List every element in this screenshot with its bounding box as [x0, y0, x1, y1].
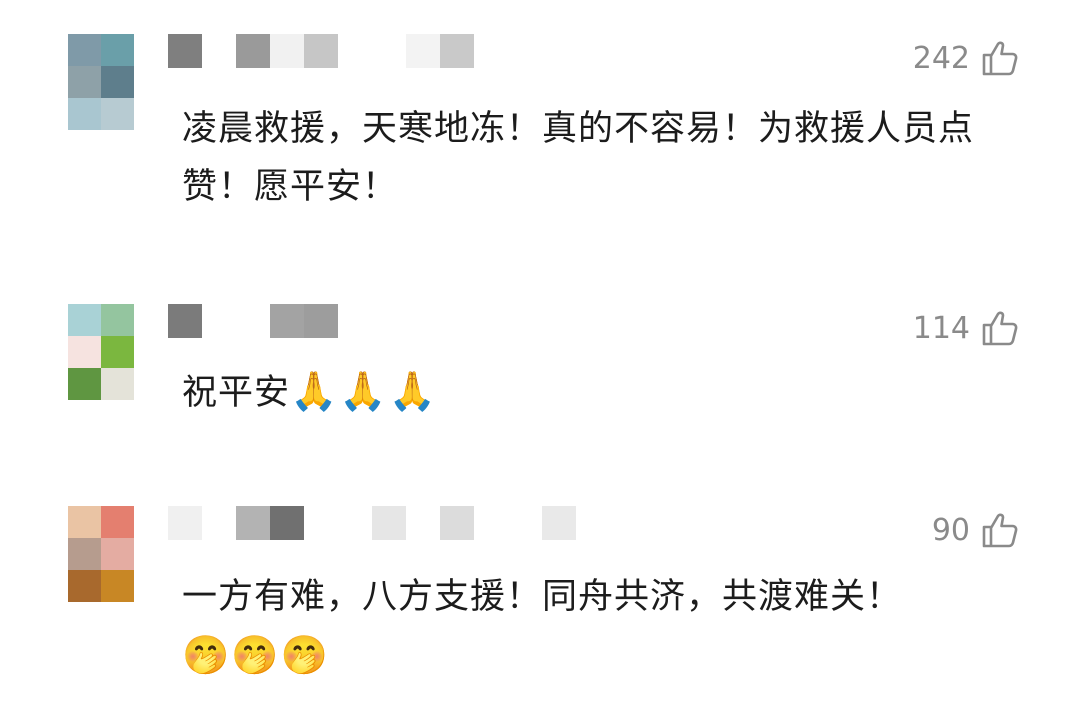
comment-item: 90 一方有难，八方支援！同舟共济，共渡难关！ 🤭🤭🤭 [0, 506, 1080, 706]
like-count: 242 [912, 40, 970, 76]
avatar-pixel [101, 66, 134, 98]
username-blurred[interactable] [168, 34, 608, 68]
like-count: 90 [931, 512, 970, 548]
comment-text-body: 祝平安 [182, 373, 291, 413]
praying-hands-emoji: 🙏🙏🙏 [290, 369, 438, 413]
avatar-pixel [101, 98, 134, 130]
comment-item: 242 凌晨救援，天寒地冻！真的不容易！为救援人员点赞！愿平安！ [0, 34, 1080, 234]
like-count: 114 [912, 310, 970, 346]
like-button[interactable]: 242 [913, 38, 1020, 78]
comment-text: 凌晨救援，天寒地冻！真的不容易！为救援人员点赞！愿平安！ [182, 109, 975, 207]
avatar[interactable] [68, 506, 134, 602]
username-blurred[interactable] [168, 304, 608, 338]
like-button[interactable]: 90 [932, 510, 1020, 550]
thumbs-up-icon [982, 513, 1018, 548]
avatar-pixel [68, 66, 101, 98]
avatar-pixel [68, 336, 101, 368]
avatar-pixel [68, 368, 101, 400]
avatar-pixel [101, 506, 134, 538]
thumbs-up-icon [982, 41, 1018, 76]
avatar-pixel [101, 34, 134, 66]
avatar-pixel [101, 368, 134, 400]
avatar-pixel [101, 538, 134, 570]
comment-text-body: 一方有难，八方支援！同舟共济，共渡难关！ [182, 577, 903, 617]
avatar[interactable] [68, 34, 134, 130]
avatar-pixel [68, 570, 101, 602]
avatar-pixel [101, 336, 134, 368]
avatar-pixel [68, 506, 101, 538]
comment-text: 一方有难，八方支援！同舟共济，共渡难关！ 🤭🤭🤭 [182, 568, 1042, 684]
comment-item: 114 祝平安🙏🙏🙏 [0, 304, 1080, 444]
comment-text: 祝平安🙏🙏🙏 [182, 362, 1042, 422]
avatar[interactable] [68, 304, 134, 400]
avatar-pixel [68, 538, 101, 570]
avatar-pixel [101, 570, 134, 602]
username-blurred[interactable] [168, 506, 608, 540]
avatar-pixel [68, 98, 101, 130]
avatar-pixel [68, 34, 101, 66]
avatar-pixel [101, 304, 134, 336]
avatar-pixel [68, 304, 101, 336]
like-button[interactable]: 114 [913, 308, 1020, 348]
thumbs-up-icon [982, 311, 1018, 346]
salute-emoji: 🤭🤭🤭 [182, 633, 330, 677]
